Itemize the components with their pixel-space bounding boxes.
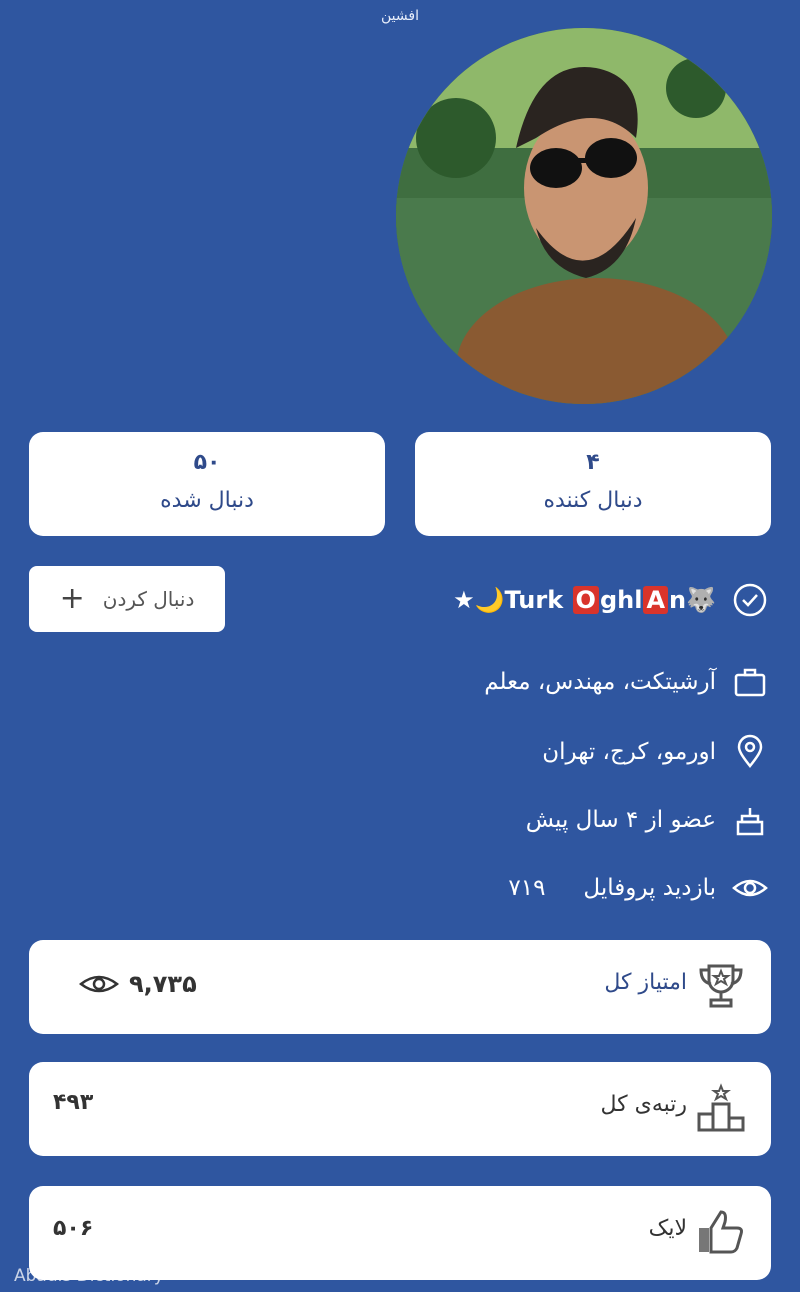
job-row: آرشیتکت، مهندس، معلم	[484, 660, 770, 704]
followers-card[interactable]: ۴ دنبال کننده	[415, 432, 771, 536]
verified-check-icon	[730, 580, 770, 620]
plus-icon: +	[59, 581, 85, 616]
thumbs-up-icon	[693, 1204, 749, 1260]
like-value: ۵۰۶	[53, 1216, 94, 1241]
member-since-row: عضو از ۴ سال پیش	[526, 798, 770, 842]
member-since-text: عضو از ۴ سال پیش	[525, 807, 716, 833]
page-title: افشین	[381, 8, 419, 24]
username: ★🌙Turk Oghl An🐺	[453, 586, 716, 614]
score-value-group: ۹,۷۳۵	[79, 970, 197, 998]
rank-value: ۴۹۳	[53, 1090, 94, 1115]
job-text: آرشیتکت، مهندس، معلم	[484, 669, 716, 695]
following-card[interactable]: ۵۰ دنبال شده	[29, 432, 385, 536]
location-pin-icon	[730, 732, 770, 772]
score-label: امتیاز کل	[604, 970, 687, 995]
watermark: Abadis Dictionary	[14, 1266, 164, 1286]
followers-label: دنبال کننده	[543, 488, 643, 513]
following-label: دنبال شده	[160, 488, 254, 513]
rank-card[interactable]: رتبه‌ی کل ۴۹۳	[29, 1062, 771, 1156]
score-value: ۹,۷۳۵	[129, 970, 197, 998]
rank-label: رتبه‌ی کل	[600, 1092, 687, 1117]
follow-button[interactable]: + دنبال کردن	[29, 566, 225, 632]
profile-avatar[interactable]	[396, 28, 772, 404]
profile-views-value: ۷۱۹	[508, 875, 546, 901]
following-count: ۵۰	[193, 450, 221, 475]
trophy-icon	[693, 958, 749, 1014]
location-text: اورمو، کرج، تهران	[542, 739, 716, 765]
eye-icon	[730, 868, 770, 908]
profile-views-label: بازدید پروفایل	[583, 875, 716, 901]
location-row: اورمو، کرج، تهران	[542, 730, 770, 774]
follow-button-label: دنبال کردن	[102, 587, 195, 611]
followers-count: ۴	[586, 450, 600, 475]
birthday-cake-icon	[730, 800, 770, 840]
eye-icon	[79, 975, 119, 993]
score-card[interactable]: امتیاز کل ۹,۷۳۵	[29, 940, 771, 1034]
podium-icon	[693, 1080, 749, 1136]
like-label: لایک	[648, 1216, 687, 1241]
profile-views-row: بازدید پروفایل ۷۱۹	[508, 866, 770, 910]
username-row: ★🌙Turk Oghl An🐺	[453, 578, 770, 622]
briefcase-icon	[730, 662, 770, 702]
